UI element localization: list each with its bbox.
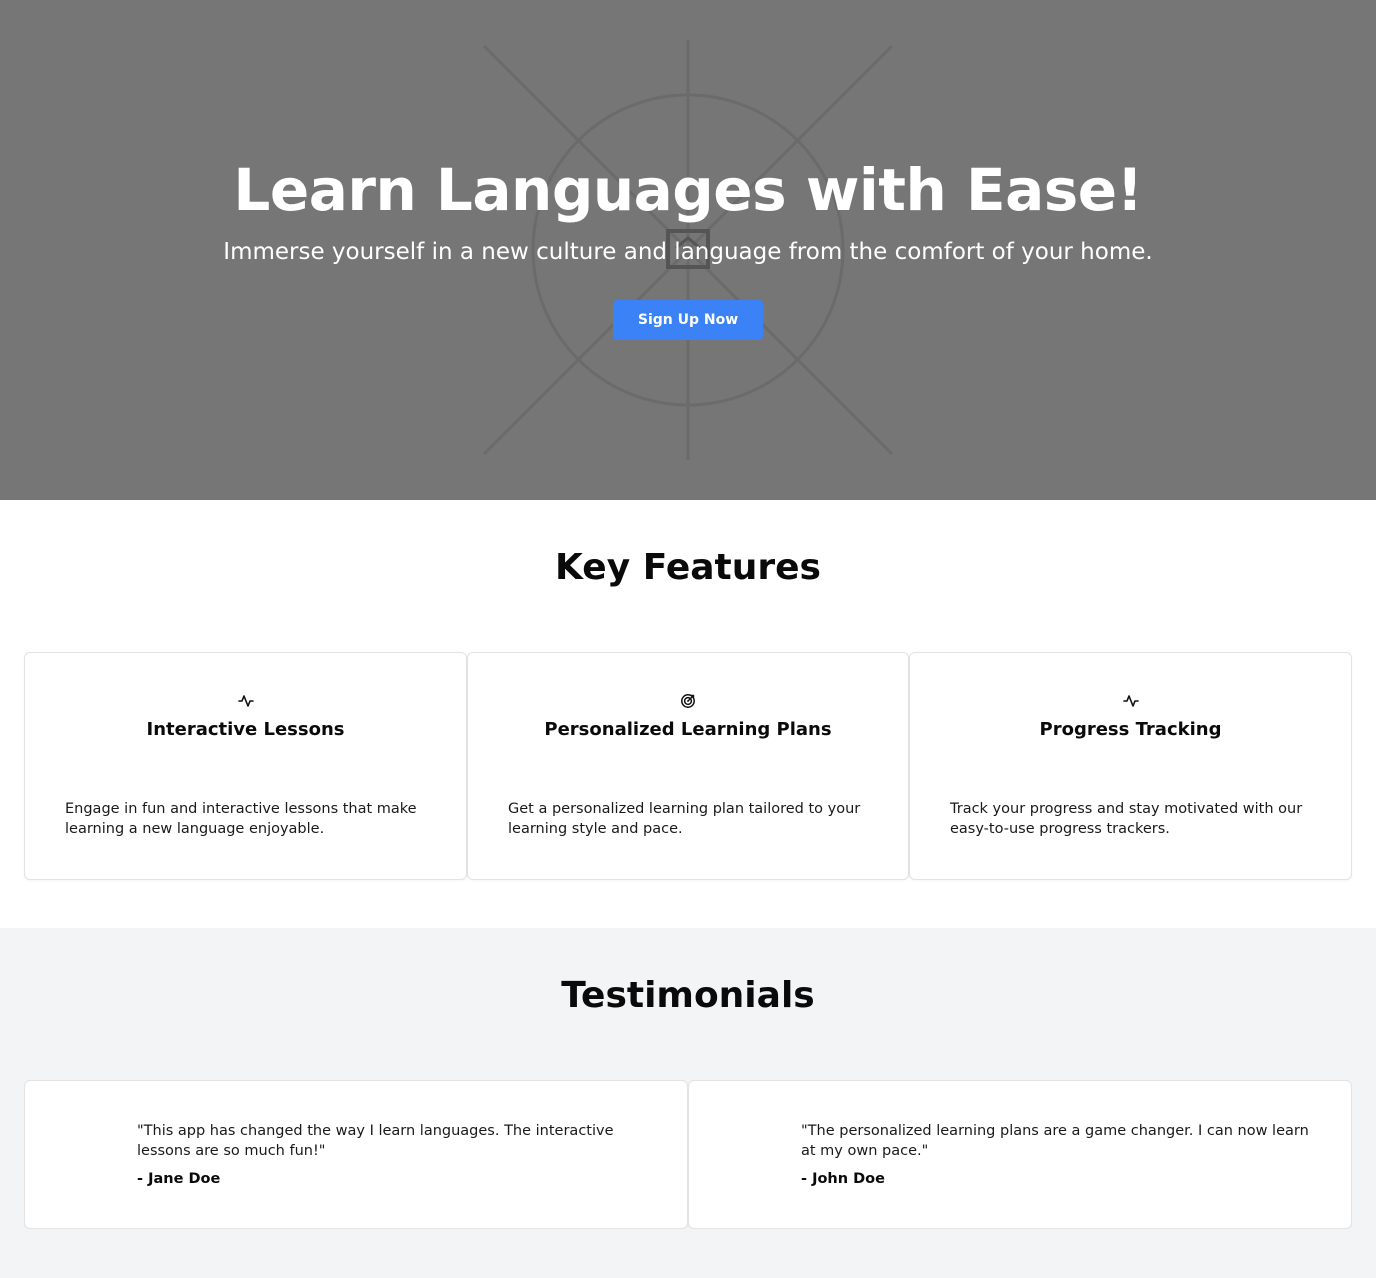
- testimonial-author: - Jane Doe: [137, 1171, 221, 1187]
- feature-card-personalized-plans: Personalized Learning Plans Get a person…: [467, 652, 909, 880]
- testimonial-card: "The personalized learning plans are a g…: [688, 1080, 1352, 1229]
- feature-description: Get a personalized learning plan tailore…: [508, 801, 861, 837]
- hero-section: Learn Languages with Ease! Immerse yours…: [0, 0, 1376, 500]
- feature-description: Track your progress and stay motivated w…: [950, 801, 1303, 837]
- testimonials-title: Testimonials: [561, 975, 815, 1016]
- sign-up-button[interactable]: Sign Up Now: [613, 300, 763, 340]
- activity-icon: [237, 695, 254, 707]
- hero-subtitle: Immerse yourself in a new culture and la…: [223, 239, 1153, 265]
- activity-icon: [1122, 695, 1139, 707]
- testimonial-card: "This app has changed the way I learn la…: [24, 1080, 688, 1229]
- feature-description: Engage in fun and interactive lessons th…: [65, 801, 417, 837]
- testimonial-author: - John Doe: [801, 1171, 885, 1187]
- target-icon: [681, 694, 695, 708]
- feature-title: Interactive Lessons: [146, 719, 345, 740]
- feature-card-progress-tracking: Progress Tracking Track your progress an…: [909, 652, 1352, 880]
- testimonial-quote: "This app has changed the way I learn la…: [137, 1123, 614, 1159]
- features-section: Key Features Interactive Lessons Engage …: [0, 500, 1376, 928]
- testimonials-section: Testimonials "This app has changed the w…: [0, 928, 1376, 1278]
- feature-title: Progress Tracking: [1039, 719, 1222, 740]
- features-title: Key Features: [555, 547, 821, 588]
- testimonial-quote: "The personalized learning plans are a g…: [801, 1123, 1309, 1159]
- feature-card-interactive-lessons: Interactive Lessons Engage in fun and in…: [24, 652, 467, 880]
- hero-title: Learn Languages with Ease!: [233, 156, 1143, 224]
- feature-title: Personalized Learning Plans: [544, 719, 832, 740]
